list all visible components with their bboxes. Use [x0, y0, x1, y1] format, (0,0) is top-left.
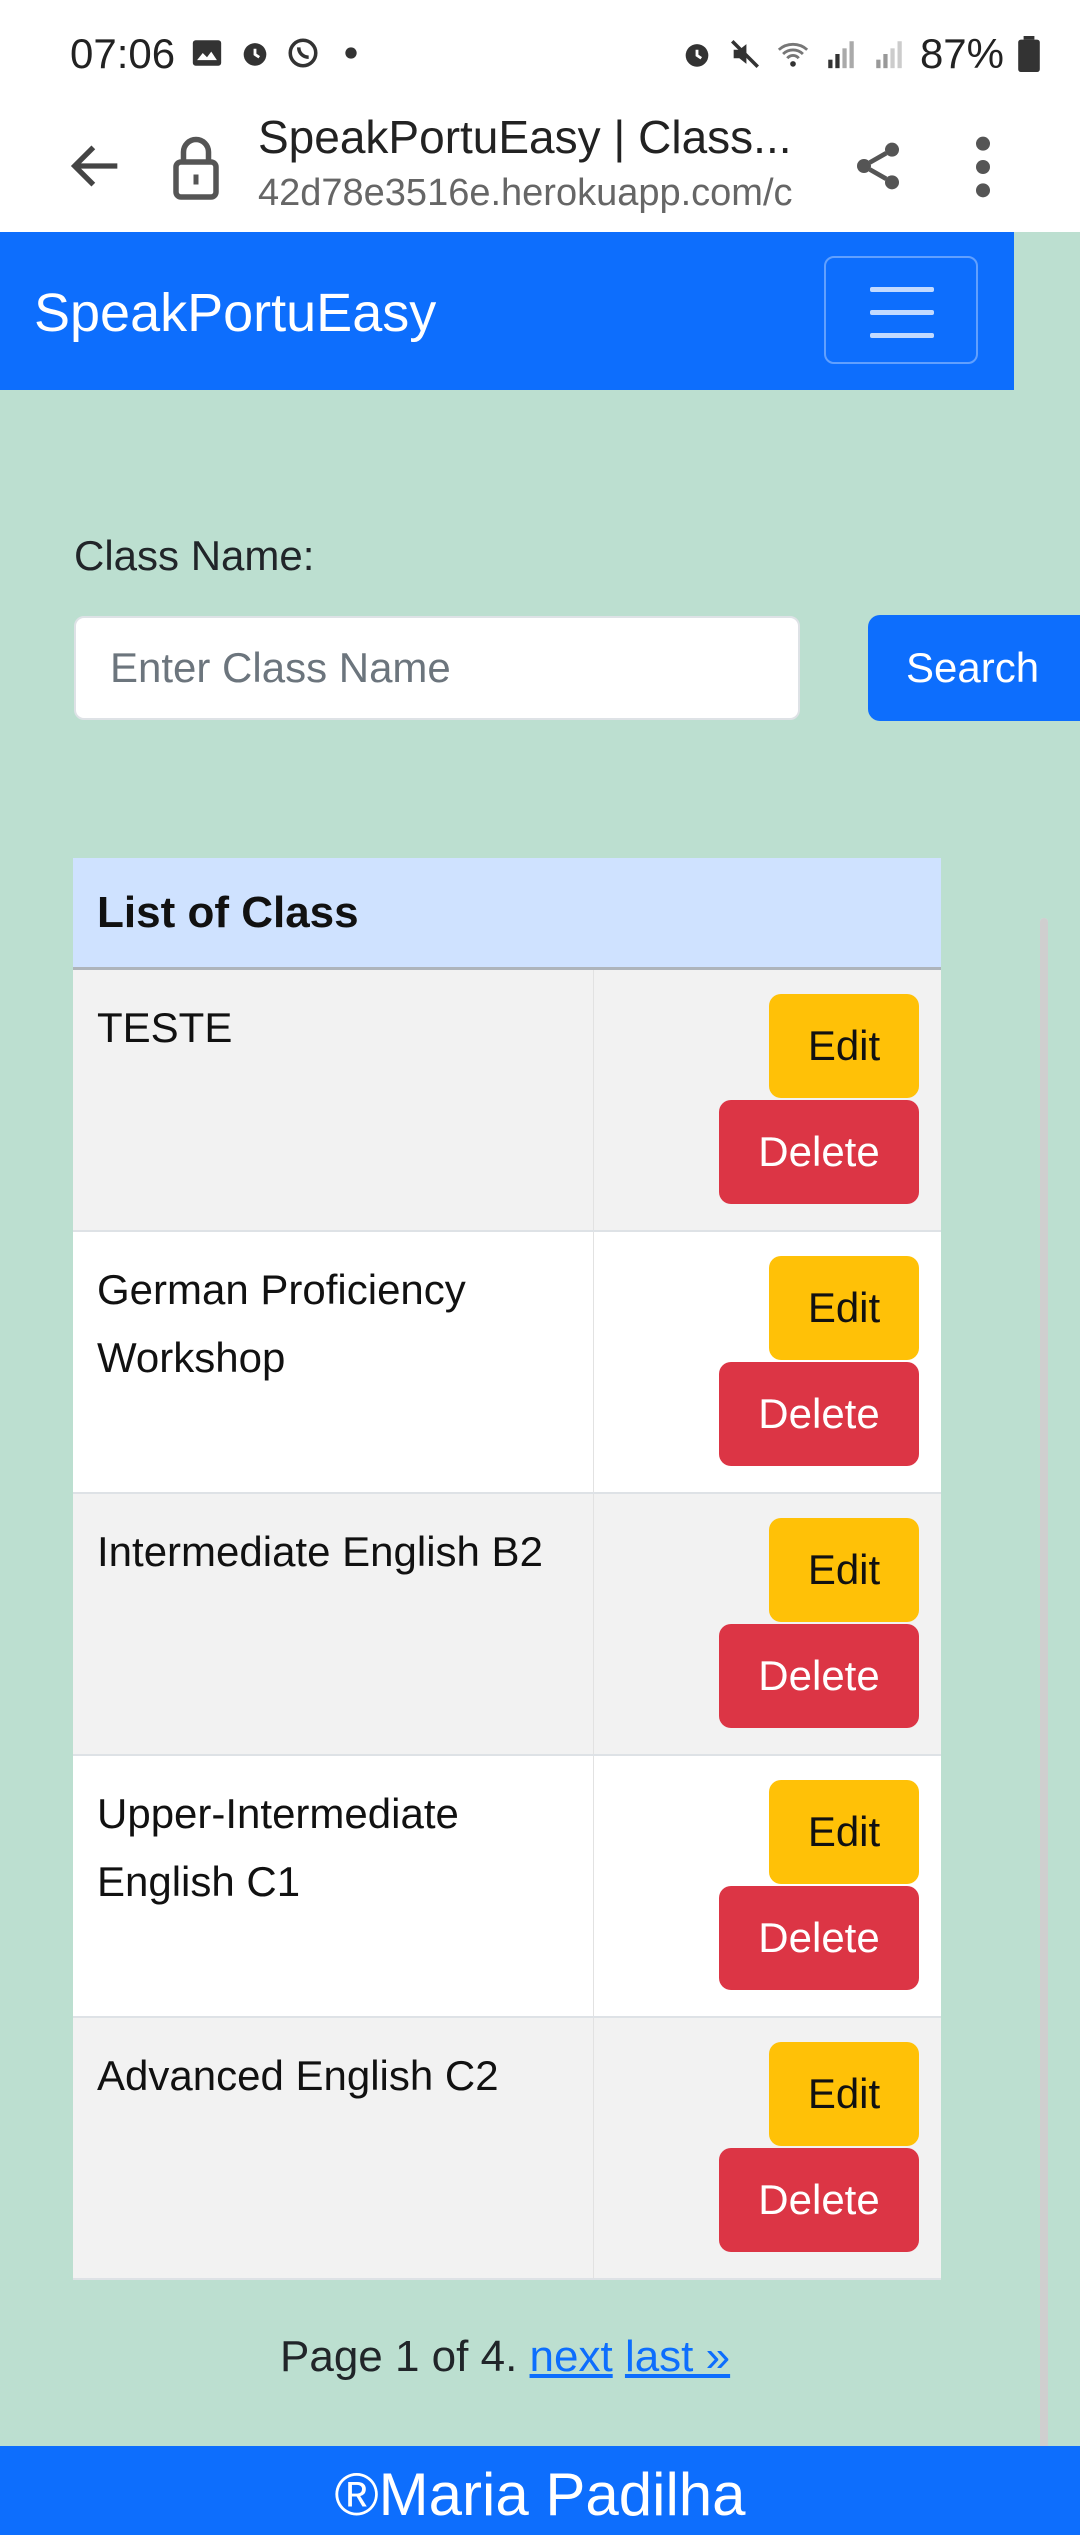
image-icon: [192, 40, 222, 66]
status-right: 87%: [680, 30, 1040, 78]
signal-r-icon: [876, 41, 902, 69]
class-name-cell: Intermediate English B2: [97, 1528, 543, 1575]
cell-divider: [593, 1232, 594, 1492]
class-name-cell: Advanced English C2: [97, 2052, 499, 2099]
signal-icon: [828, 41, 854, 69]
class-name-search-input[interactable]: [74, 616, 800, 720]
edit-button[interactable]: Edit: [769, 2042, 919, 2146]
browser-address-bar: SpeakPortuEasy | Class... 42d78e3516e.he…: [0, 110, 1080, 232]
browser-page-title[interactable]: SpeakPortuEasy | Class...: [258, 110, 818, 164]
table-header-title: List of Class: [97, 888, 359, 937]
mute-icon: [730, 39, 759, 69]
status-bar: 07:06 87%: [0, 0, 1080, 110]
search-button[interactable]: Search: [868, 615, 1080, 721]
browser-url[interactable]: 42d78e3516e.herokuapp.com/c: [258, 172, 803, 215]
table-row: Intermediate English B2 Edit Delete: [73, 1494, 941, 1756]
table-header: List of Class: [73, 858, 941, 970]
delete-button[interactable]: Delete: [719, 1100, 919, 1204]
navbar: SpeakPortuEasy: [0, 232, 1014, 390]
table-row: Upper-Intermediate English C1 Edit Delet…: [73, 1756, 941, 2018]
back-arrow-icon[interactable]: [64, 134, 128, 198]
hamburger-menu-icon: [870, 287, 934, 292]
battery-percent: 87%: [919, 30, 1004, 77]
edit-button[interactable]: Edit: [769, 1518, 919, 1622]
cell-divider: [593, 970, 594, 1230]
status-left-icons: [190, 36, 368, 70]
pagination-last-link[interactable]: last »: [625, 2332, 730, 2381]
cell-divider: [593, 1756, 594, 2016]
battery-icon: [1018, 36, 1040, 72]
delete-button[interactable]: Delete: [719, 1362, 919, 1466]
status-time: 07:06: [70, 30, 176, 77]
pagination-status: Page 1 of 4.: [280, 2332, 518, 2381]
delete-button[interactable]: Delete: [719, 2148, 919, 2252]
alarm-icon: [685, 44, 709, 67]
delete-button[interactable]: Delete: [719, 1886, 919, 1990]
scrollbar-thumb[interactable]: [1040, 918, 1048, 2488]
alarm-icon: [243, 43, 267, 66]
delete-button[interactable]: Delete: [719, 1624, 919, 1728]
hamburger-menu-icon: [870, 333, 934, 338]
lock-icon[interactable]: [170, 132, 222, 202]
class-name-cell: Upper-Intermediate English C1: [97, 1790, 459, 1905]
whatsapp-icon: [288, 38, 318, 68]
navbar-toggler-button[interactable]: [824, 256, 978, 364]
pagination-next-link[interactable]: next: [530, 2332, 613, 2381]
class-name-cell: German Proficiency Workshop: [97, 1266, 466, 1381]
class-name-label: Class Name:: [74, 532, 315, 579]
cell-divider: [593, 1494, 594, 1754]
hamburger-menu-icon: [870, 310, 934, 315]
edit-button[interactable]: Edit: [769, 994, 919, 1098]
share-icon[interactable]: [850, 132, 906, 200]
more-options-icon[interactable]: [968, 132, 998, 202]
edit-button[interactable]: Edit: [769, 1256, 919, 1360]
class-name-cell: TESTE: [97, 1004, 233, 1051]
wifi-icon: [777, 42, 809, 67]
table-row: TESTE Edit Delete: [73, 970, 941, 1232]
edit-button[interactable]: Edit: [769, 1780, 919, 1884]
dot-icon: [345, 47, 357, 59]
table-row: Advanced English C2 Edit Delete: [73, 2018, 941, 2280]
class-table: List of Class TESTE Edit Delete German P…: [73, 858, 941, 2280]
table-row: German Proficiency Workshop Edit Delete: [73, 1232, 941, 1494]
footer-copyright: ®Maria Padilha: [334, 2461, 746, 2528]
pagination: Page 1 of 4. next last »: [280, 2332, 730, 2382]
cell-divider: [593, 2018, 594, 2278]
footer: ®Maria Padilha: [0, 2446, 1080, 2535]
navbar-brand[interactable]: SpeakPortuEasy: [34, 282, 436, 344]
